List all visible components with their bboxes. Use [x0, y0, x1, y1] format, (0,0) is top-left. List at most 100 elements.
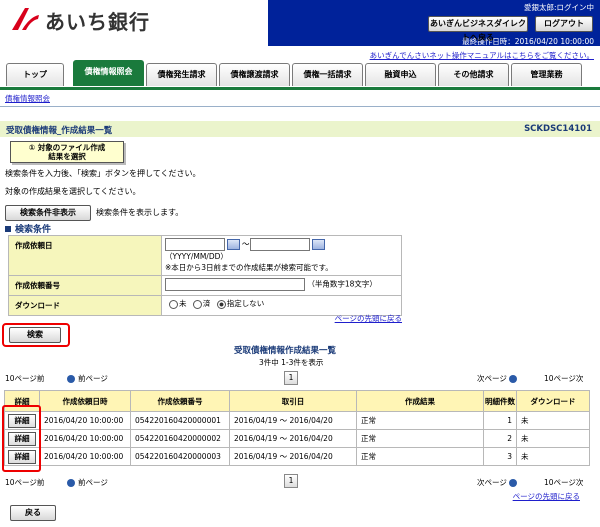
radio-unspecified[interactable] [216, 299, 226, 309]
download-status-cell: 未 [516, 429, 590, 448]
prev-page-label: 前ページ [78, 374, 108, 383]
request-number-label: 作成依頼番号 [8, 275, 162, 296]
search-button[interactable]: 検索 [9, 327, 61, 343]
page-number[interactable]: 1 [284, 371, 298, 385]
tab-admin[interactable]: 管理業務 [511, 63, 582, 86]
download-status-cell: 未 [516, 411, 590, 430]
radio-unspecified-label: 指定しない [226, 299, 265, 308]
tab-financing[interactable]: 融資申込 [365, 63, 436, 86]
download-label: ダウンロード [8, 295, 162, 316]
date-range-note: ※本日から3日前までの作成結果が検索可能です。 [165, 263, 333, 272]
download-status-cell: 未 [516, 447, 590, 466]
step-line-1: ① 対象のファイル作成 [28, 143, 106, 152]
table-row: 詳細 2016/04/20 10:00:00 05422016042000000… [4, 411, 590, 430]
page-title: 受取債権情報_作成結果一覧 [6, 126, 113, 136]
number-cell: 054220160420000001 [130, 411, 230, 430]
radio-unfinished[interactable] [169, 299, 178, 309]
col-number: 作成依頼番号 [130, 390, 230, 412]
number-format-hint: （半角数字18文字） [307, 279, 377, 289]
result-cell: 正常 [356, 429, 484, 448]
col-download: ダウンロード [516, 390, 590, 412]
result-cell: 正常 [356, 447, 484, 466]
back-button[interactable]: 戻る [10, 505, 56, 521]
arrow-left-icon [67, 479, 75, 487]
next-page-label: 次ページ [477, 374, 507, 383]
count-cell: 1 [483, 411, 517, 430]
hide-search-conditions-button[interactable]: 検索条件非表示 [5, 205, 91, 221]
date-cell: 〜 （YYYY/MM/DD） ※本日から3日前までの作成結果が検索可能です。 [161, 235, 402, 276]
subnav-claim-inquiry[interactable]: 債権情報照会 [5, 93, 50, 104]
arrow-left-icon [67, 375, 75, 383]
date-format-hint: （YYYY/MM/DD） [165, 252, 228, 261]
divider [0, 106, 600, 107]
tab-claim-issue[interactable]: 債権発生請求 [146, 63, 217, 86]
page-top-link[interactable]: ページの先頭に戻る [335, 313, 402, 324]
main-tabs: トップ 債権情報照会 債権発生請求 債権譲渡請求 債権一括請求 融資申込 その他… [0, 60, 600, 88]
datetime-cell: 2016/04/20 10:00:00 [39, 429, 131, 448]
next-10-pages-bottom[interactable]: 10ページ次 [544, 477, 583, 488]
count-cell: 3 [483, 447, 517, 466]
date-from-input[interactable] [165, 238, 225, 251]
step-line-2: 結果を選択 [48, 152, 86, 161]
prev-page-bottom[interactable]: 前ページ [67, 477, 108, 488]
number-cell: 054220160420000003 [130, 447, 230, 466]
number-cell: 054220160420000002 [130, 429, 230, 448]
result-cell: 正常 [356, 411, 484, 430]
square-bullet-icon [5, 226, 11, 232]
section-heading: 検索条件 [5, 222, 51, 235]
datetime-cell: 2016/04/20 10:00:00 [39, 447, 131, 466]
next-10-pages[interactable]: 10ページ次 [544, 373, 583, 384]
col-result: 作成結果 [356, 390, 484, 412]
step-indicator: ① 対象のファイル作成 結果を選択 [10, 141, 124, 163]
screen-id: SCKDSC14101 [524, 124, 592, 134]
datetime-cell: 2016/04/20 10:00:00 [39, 411, 131, 430]
period-cell: 2016/04/19 〜 2016/04/20 [229, 447, 357, 466]
page-number-bottom[interactable]: 1 [284, 474, 298, 488]
search-conditions-table: 作成依頼日 〜 （YYYY/MM/DD） ※本日から3日前までの作成結果が検索可… [8, 235, 402, 316]
period-cell: 2016/04/19 〜 2016/04/20 [229, 411, 357, 430]
tab-top[interactable]: トップ [6, 63, 64, 86]
col-period: 取引日 [229, 390, 357, 412]
radio-unfinished-label: 未 [179, 299, 187, 308]
next-page-bottom[interactable]: 次ページ [477, 477, 520, 488]
logout-button[interactable]: ログアウト [535, 16, 593, 32]
user-status: 愛銀太郎:ログイン中 [523, 3, 594, 12]
page-top-link-bottom[interactable]: ページの先頭に戻る [513, 491, 580, 502]
instruction-text: 検索条件を入力後、「検索」ボタンを押してください。 [5, 169, 201, 178]
results-table: 詳細 作成依頼日時 作成依頼番号 取引日 作成結果 明細件数 ダウンロード 詳細… [4, 390, 590, 466]
col-count: 明細件数 [483, 390, 517, 412]
calendar-icon[interactable] [311, 239, 325, 250]
next-page[interactable]: 次ページ [477, 373, 520, 384]
col-datetime: 作成依頼日時 [39, 390, 131, 412]
tab-other[interactable]: その他請求 [438, 63, 509, 86]
table-row: 詳細 2016/04/20 10:00:00 05422016042000000… [4, 447, 590, 466]
detail-buttons-highlight [2, 405, 41, 472]
period-cell: 2016/04/19 〜 2016/04/20 [229, 429, 357, 448]
number-cell: （半角数字18文字） [161, 275, 402, 296]
results-title: 受取債権情報作成結果一覧 [234, 346, 337, 356]
bank-name: あいち銀行 [45, 10, 150, 34]
date-separator: 〜 [242, 239, 250, 249]
prev-10-pages-bottom[interactable]: 10ページ前 [5, 477, 44, 488]
calendar-icon[interactable] [227, 239, 240, 250]
count-cell: 2 [483, 429, 517, 448]
tab-claim-bulk[interactable]: 債権一括請求 [292, 63, 363, 86]
toggle-description: 検索条件を表示します。 [96, 208, 184, 217]
date-label: 作成依頼日 [8, 235, 162, 276]
tab-claim-transfer[interactable]: 債権譲渡請求 [219, 63, 290, 86]
business-direct-button[interactable]: あいぎんビジネスダイレクトへ戻る [428, 16, 528, 42]
prev-page-label: 前ページ [78, 478, 108, 487]
arrow-right-icon [509, 479, 518, 487]
request-number-input[interactable] [165, 278, 305, 291]
radio-done[interactable] [192, 299, 202, 309]
tab-claim-inquiry[interactable]: 債権情報照会 [73, 60, 144, 86]
prev-10-pages[interactable]: 10ページ前 [5, 373, 44, 384]
instruction-text-2: 対象の作成結果を選択してください。 [5, 187, 141, 196]
prev-page[interactable]: 前ページ [67, 373, 108, 384]
next-page-label: 次ページ [477, 478, 507, 487]
section-heading-label: 検索条件 [15, 225, 52, 235]
results-header-row: 詳細 作成依頼日時 作成依頼番号 取引日 作成結果 明細件数 ダウンロード [4, 390, 590, 412]
date-to-input[interactable] [249, 238, 310, 251]
radio-done-label: 済 [202, 299, 211, 308]
results-count: 3件中 1-3件を表示 [259, 358, 324, 367]
